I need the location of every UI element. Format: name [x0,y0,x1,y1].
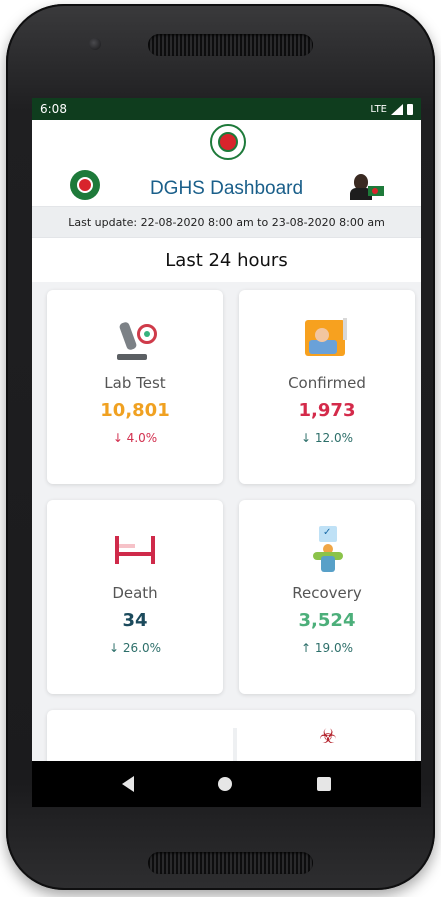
biohazard-icon: ☣ [319,724,337,748]
card-confirmed[interactable]: Confirmed 1,973 ↓ 12.0% [239,290,415,484]
microscope-icon [111,316,159,364]
front-camera [89,38,101,50]
card-value: 34 [122,610,148,631]
card-change: ↑ 19.0% [301,641,353,655]
top-speaker [148,34,313,56]
app-screen: 6:08 LTE DGHS Dashboard Last update: 22-… [32,98,421,807]
card-lab-test[interactable]: Lab Test 10,801 ↓ 4.0% [47,290,223,484]
card-change: ↓ 26.0% [109,641,161,655]
card-value: 1,973 [298,400,356,421]
card-label: Death [112,584,158,602]
status-indicators: LTE [370,103,413,115]
phone-frame: 6:08 LTE DGHS Dashboard Last update: 22-… [6,4,435,890]
card-change: ↓ 12.0% [301,431,353,445]
portrait-icon [348,174,384,200]
bottom-speaker [148,852,313,874]
home-button[interactable] [218,777,233,791]
signal-icon [391,103,403,115]
recent-apps-button[interactable] [316,777,331,791]
card-recovery[interactable]: Recovery 3,524 ↑ 19.0% [239,500,415,694]
section-title: Last 24 hours [32,238,421,282]
card-change: ↓ 4.0% [112,431,158,445]
card-death[interactable]: Death 34 ↓ 26.0% [47,500,223,694]
battery-icon [407,103,413,115]
app-header: DGHS Dashboard [32,120,421,206]
back-button[interactable] [122,776,135,792]
android-nav-bar [32,761,421,807]
card-label: Lab Test [104,374,166,392]
card-label: Confirmed [288,374,366,392]
last-update-bar: Last update: 22-08-2020 8:00 am to 23-08… [32,206,421,238]
status-time: 6:08 [40,102,67,116]
card-value: 3,524 [298,610,356,631]
last-update-text: Last update: 22-08-2020 8:00 am to 23-08… [68,215,385,229]
network-type: LTE [370,103,387,115]
coffin-icon [111,526,159,574]
card-label: Recovery [292,584,362,602]
section-title-text: Last 24 hours [165,249,288,271]
card-value: 10,801 [100,400,170,421]
patient-bed-icon [303,316,351,364]
status-bar: 6:08 LTE [32,98,421,120]
recovery-person-icon [303,526,351,574]
government-seal-icon [210,124,246,160]
